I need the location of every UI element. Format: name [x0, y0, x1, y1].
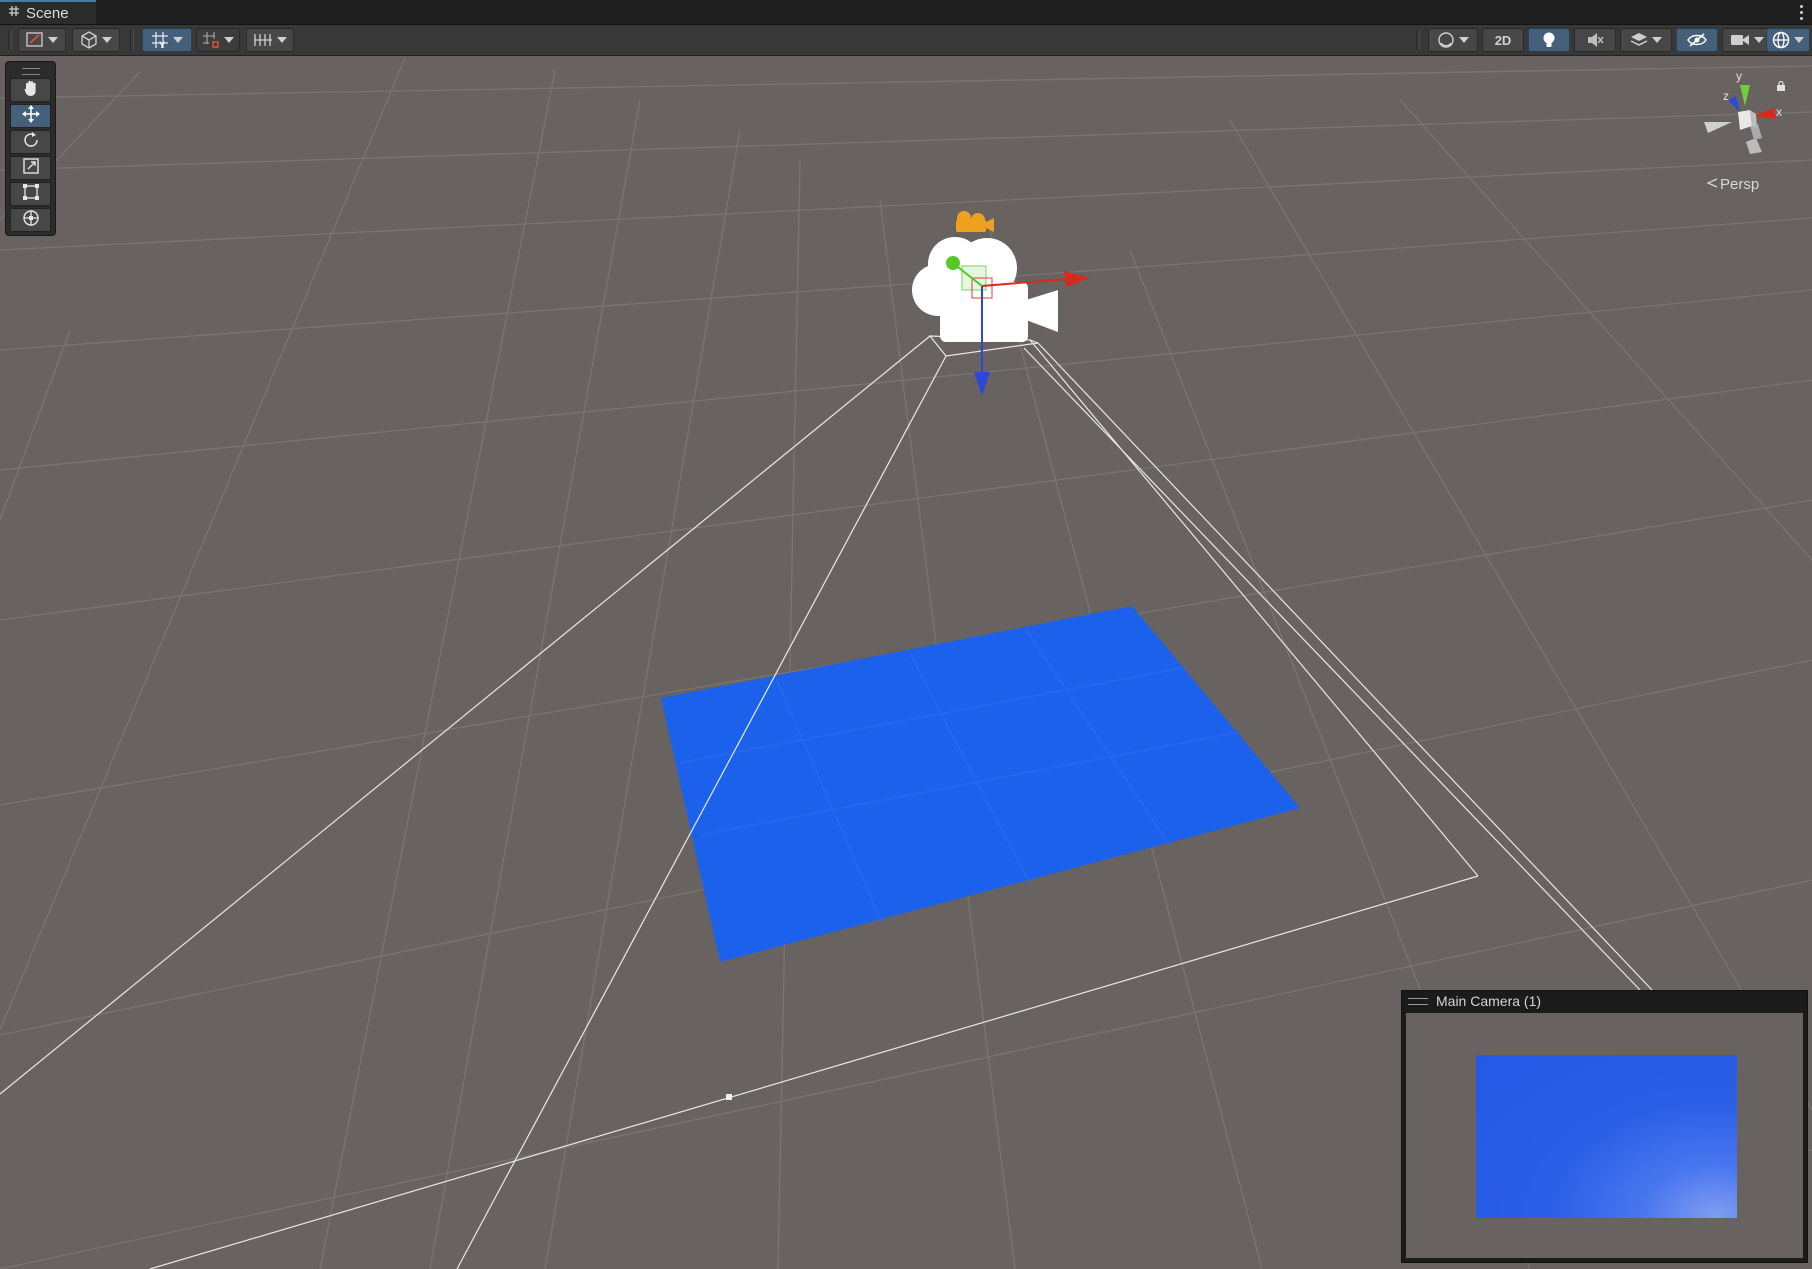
scene-tab[interactable]: Scene — [0, 0, 96, 24]
eye-hidden-icon — [1687, 32, 1707, 48]
increment-snap-button[interactable] — [246, 28, 294, 52]
toolbar-separator — [130, 30, 134, 50]
sphere-icon — [1437, 31, 1455, 49]
frustum-handle[interactable] — [726, 1094, 732, 1100]
camera-preview-plane — [1476, 1055, 1737, 1218]
effects-button[interactable] — [1620, 28, 1672, 52]
lock-icon[interactable] — [1776, 78, 1786, 96]
lightbulb-icon — [1541, 31, 1557, 49]
chevron-down-icon — [1794, 37, 1804, 43]
axis-y-cone[interactable] — [1740, 85, 1750, 106]
perspective-chevron-icon — [1706, 176, 1718, 193]
chevron-down-icon — [173, 37, 183, 43]
transform-tool[interactable] — [10, 208, 51, 232]
snap-grid-icon — [202, 31, 220, 49]
rect-transform-icon — [22, 183, 40, 206]
render-mode-button[interactable] — [72, 28, 120, 52]
camera-icon — [1730, 33, 1750, 47]
shaded-draw-icon — [26, 32, 44, 48]
chevron-down-icon — [102, 37, 112, 43]
camera-preview-view — [1406, 1013, 1803, 1258]
move-arrows-icon — [21, 104, 41, 129]
rotate-icon — [22, 131, 40, 154]
axis-y-label: y — [1736, 69, 1742, 83]
gizmos-button[interactable] — [1766, 28, 1810, 52]
gizmo-center-cube[interactable] — [1738, 110, 1752, 130]
chevron-down-icon — [48, 37, 58, 43]
chevron-down-icon — [277, 37, 287, 43]
shading-button[interactable] — [1428, 28, 1478, 52]
toolbar-separator — [1416, 30, 1420, 50]
plane-object[interactable] — [661, 606, 1300, 962]
drag-handle-icon[interactable] — [1408, 997, 1428, 1005]
tab-bar: Scene — [0, 0, 1812, 25]
visibility-button[interactable] — [1676, 28, 1718, 52]
scale-tool[interactable] — [10, 156, 51, 180]
rotate-tool[interactable] — [10, 130, 51, 154]
two-d-label: 2D — [1494, 32, 1512, 48]
scene-tab-label: Scene — [26, 4, 69, 22]
camera-preview-title: Main Camera (1) — [1436, 993, 1542, 1009]
grid-y-icon: Y — [151, 31, 169, 49]
layers-icon — [1630, 32, 1648, 48]
move-tool[interactable] — [10, 104, 51, 128]
grid-toggle-button[interactable]: Y — [142, 28, 192, 52]
snap-button[interactable] — [196, 28, 240, 52]
scene-toolbar: Y 2D — [0, 25, 1812, 56]
chevron-down-icon — [1754, 37, 1764, 43]
two-d-button[interactable]: 2D — [1482, 28, 1524, 52]
draw-mode-button[interactable] — [18, 28, 66, 52]
camera-button[interactable] — [1722, 28, 1772, 52]
axis-neg-x-cone[interactable] — [1704, 122, 1732, 133]
projection-toggle[interactable]: Persp — [1706, 174, 1786, 194]
axis-z-label: z — [1723, 89, 1729, 103]
cube-icon — [80, 31, 98, 49]
projection-label: Persp — [1720, 175, 1760, 193]
camera-type-icon — [956, 211, 994, 232]
audio-mute-icon — [1586, 32, 1604, 48]
transform-icon — [21, 208, 41, 233]
gizmo-globe-icon — [1772, 31, 1790, 49]
kebab-menu-icon[interactable] — [1798, 3, 1804, 21]
grid-icon — [8, 4, 20, 22]
axis-x-label: x — [1776, 105, 1782, 119]
increment-snap-icon — [253, 32, 273, 48]
axis-neg-y-cone[interactable] — [1746, 138, 1762, 154]
tools-overlay — [5, 61, 56, 236]
hand-tool[interactable] — [10, 78, 51, 102]
drag-handle-icon[interactable] — [22, 68, 40, 75]
chevron-down-icon — [1459, 37, 1469, 43]
camera-preview-header[interactable]: Main Camera (1) — [1402, 991, 1807, 1011]
audio-button[interactable] — [1574, 28, 1616, 52]
toolbar-separator — [8, 30, 12, 50]
scale-icon — [22, 157, 40, 180]
chevron-down-icon — [224, 37, 234, 43]
camera-preview-window[interactable]: Main Camera (1) — [1401, 990, 1808, 1263]
hand-icon — [22, 79, 40, 102]
chevron-down-icon — [1652, 37, 1662, 43]
svg-text:Y: Y — [159, 40, 165, 49]
axis-z-cone[interactable] — [1728, 96, 1740, 112]
lighting-button[interactable] — [1528, 28, 1570, 52]
rect-tool[interactable] — [10, 182, 51, 206]
